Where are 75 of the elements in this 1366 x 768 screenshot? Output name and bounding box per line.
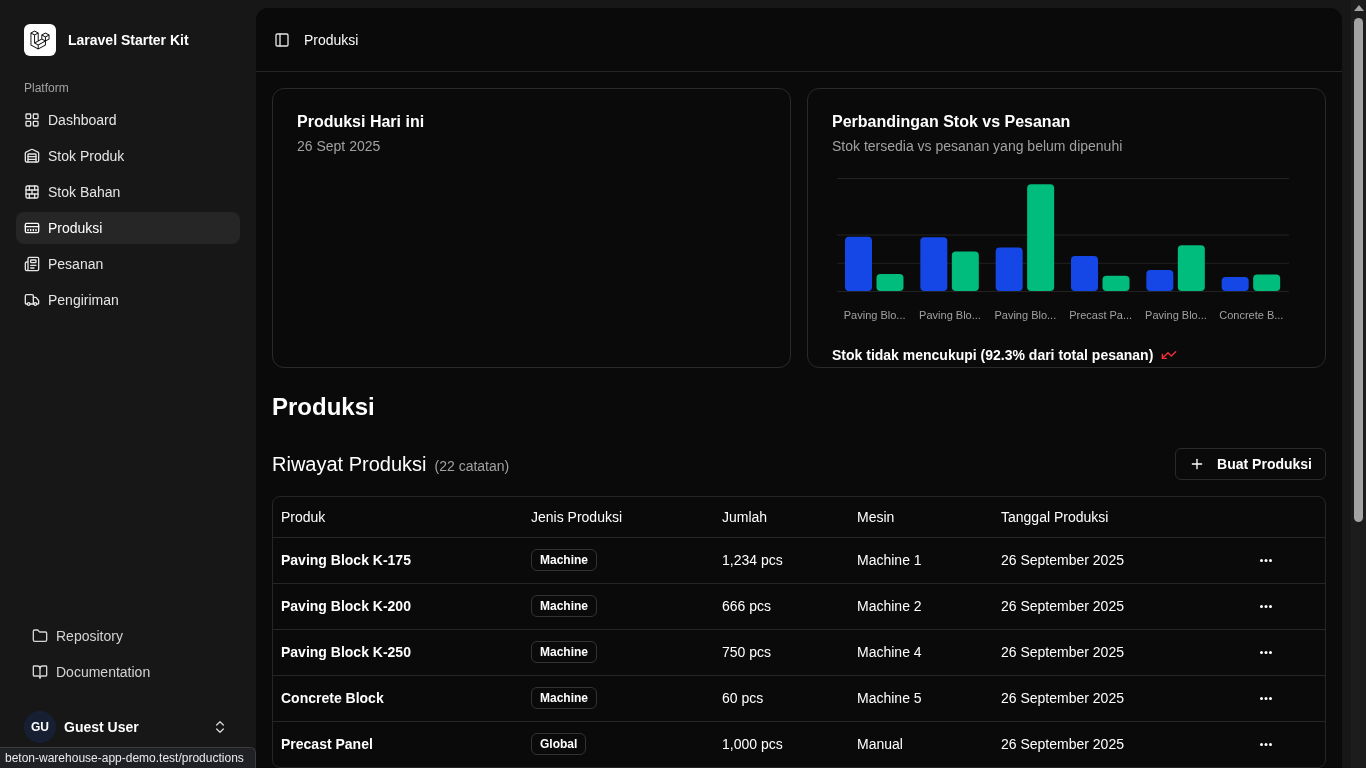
nav-item[interactable]: Stok Bahan xyxy=(16,176,240,208)
user-avatar: GU xyxy=(24,711,56,743)
type-tag: Machine xyxy=(531,595,597,617)
newspaper-icon xyxy=(24,256,40,272)
table-cell: Machine 2 xyxy=(857,598,922,614)
axis-label: Paving Blo... xyxy=(1145,308,1207,323)
table-cell: 26 September 2025 xyxy=(1001,644,1124,660)
section-title: Riwayat Produksi xyxy=(272,452,427,477)
table-cell: Paving Block K-250 xyxy=(281,644,411,660)
create-button[interactable]: Buat Produksi xyxy=(1175,448,1326,480)
nav-item[interactable]: Pengiriman xyxy=(16,284,240,316)
folder-icon xyxy=(32,628,48,644)
card-date: 26 Sept 2025 xyxy=(297,137,381,156)
table-cell: Concrete Block xyxy=(281,690,384,706)
type-tag: Machine xyxy=(531,549,597,571)
table-cell: Paving Block K-175 xyxy=(281,552,411,568)
table-cell: 26 September 2025 xyxy=(1001,736,1124,753)
column-header: Jenis Produksi xyxy=(531,508,623,525)
app-name: Laravel Starter Kit xyxy=(68,31,189,50)
page-title: Produksi xyxy=(272,392,375,422)
column-header: Tanggal Produksi xyxy=(1001,508,1109,525)
breadcrumb: Produksi xyxy=(304,30,359,50)
axis-label: Precast Pa... xyxy=(1069,308,1133,323)
column-header: Mesin xyxy=(857,508,895,525)
chart-footer-note: Stok tidak mencukupi (92.3% dari total pesanan) xyxy=(832,346,1154,365)
axis-label: Paving Blo... xyxy=(994,308,1057,323)
panel-left-icon xyxy=(274,31,290,48)
book-icon xyxy=(32,664,48,680)
card-title: Produksi Hari ini xyxy=(297,112,425,132)
nav-item[interactable]: Pesanan xyxy=(16,248,240,280)
table-cell: Machine 1 xyxy=(857,552,922,568)
axis-label: Paving Blo... xyxy=(919,308,981,323)
card-subtitle: Stok tersedia vs pesanan yang belum dipenuhi xyxy=(832,137,1123,156)
ellipsis-icon xyxy=(1260,742,1272,746)
warehouse-icon xyxy=(24,148,40,164)
scrollbar[interactable] xyxy=(1351,0,1366,768)
axis-label: Paving Blo... xyxy=(843,308,906,323)
type-tag: Machine xyxy=(531,687,597,709)
nav-item[interactable]: Produksi xyxy=(16,212,240,244)
table-cell: 1,234 pcs xyxy=(722,552,783,568)
column-header: Produk xyxy=(281,508,326,525)
record-count: (22 catatan) xyxy=(434,457,510,476)
type-tag: Machine xyxy=(531,641,597,663)
table-cell: 26 September 2025 xyxy=(1001,598,1124,614)
nav-item[interactable]: Dashboard xyxy=(16,104,240,136)
status-url: beton-warehouse-app-demo.test/productions xyxy=(0,747,256,768)
nav-item[interactable]: Stok Produk xyxy=(16,140,240,172)
section-label: Platform xyxy=(24,80,69,96)
triangle-up-icon[interactable] xyxy=(1353,5,1364,11)
table-cell: Paving Block K-200 xyxy=(281,598,411,614)
table-cell: 750 pcs xyxy=(722,644,772,660)
ellipsis-icon xyxy=(1260,650,1272,654)
table-cell: Precast Panel xyxy=(281,736,373,753)
brick-wall-icon xyxy=(24,184,40,200)
column-header: Jumlah xyxy=(722,508,768,525)
truck-icon xyxy=(24,292,40,308)
table-cell: 1,000 pcs xyxy=(722,736,783,753)
ellipsis-icon xyxy=(1260,558,1272,562)
table-cell: 666 pcs xyxy=(722,598,772,614)
ellipsis-icon xyxy=(1260,696,1272,700)
type-tag: Global xyxy=(531,733,587,756)
table-cell: Machine 5 xyxy=(857,690,922,706)
table-cell: 60 pcs xyxy=(722,690,764,706)
keyboard-icon xyxy=(24,220,40,236)
table-cell: Manual xyxy=(857,736,903,753)
logo-icon xyxy=(24,24,56,56)
table-cell: 26 September 2025 xyxy=(1001,552,1124,568)
sidebar-link[interactable]: Documentation xyxy=(24,656,232,688)
card-title: Perbandingan Stok vs Pesanan xyxy=(832,112,1071,132)
grid-icon xyxy=(24,112,40,128)
table-cell: Machine 4 xyxy=(857,644,922,660)
ellipsis-icon xyxy=(1260,604,1272,608)
sidebar-link[interactable]: Repository xyxy=(24,620,232,652)
axis-label: Concrete B... xyxy=(1219,308,1284,323)
table-cell: 26 September 2025 xyxy=(1001,690,1124,706)
